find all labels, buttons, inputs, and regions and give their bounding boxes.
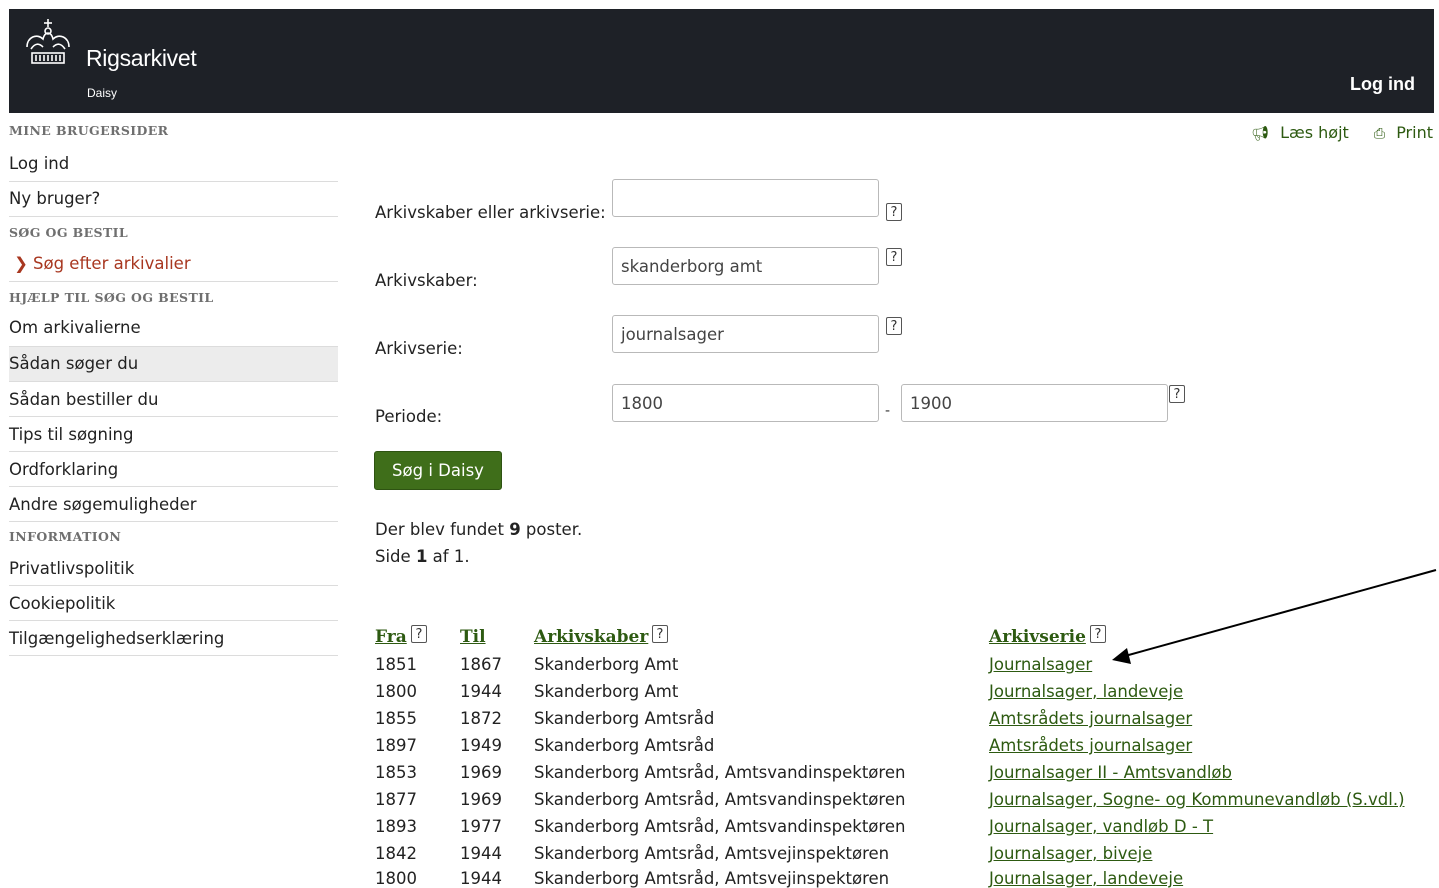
- sidebar-item-ny-bruger[interactable]: Ny bruger?: [9, 182, 338, 217]
- help-icon[interactable]: ?: [411, 625, 427, 643]
- cell-creator: Skanderborg Amtsråd: [534, 736, 715, 755]
- result-count-suffix: poster.: [525, 520, 583, 539]
- cell-from: 1853: [375, 763, 417, 782]
- page-indicator: Side 1 af 1.: [375, 547, 470, 566]
- chevron-right-icon: ❯: [14, 254, 28, 273]
- result-count-number: 9: [509, 520, 521, 539]
- cell-series-link[interactable]: Journalsager: [989, 655, 1092, 674]
- cell-series-link[interactable]: Journalsager, landeveje: [989, 682, 1183, 701]
- print-button[interactable]: ⎙ Print: [1368, 123, 1433, 142]
- cell-series-link[interactable]: Journalsager, Sogne- og Kommunevandløb (…: [989, 790, 1405, 809]
- page-prefix: Side: [375, 547, 411, 566]
- sidebar-item-log-ind[interactable]: Log ind: [9, 147, 338, 182]
- help-icon[interactable]: ?: [886, 317, 902, 335]
- cell-series-link[interactable]: Amtsrådets journalsager: [989, 736, 1192, 755]
- cell-from: 1800: [375, 869, 417, 888]
- read-aloud-label: Læs højt: [1280, 123, 1349, 142]
- site-name[interactable]: Rigsarkivet: [86, 45, 197, 72]
- sidebar-item-cookiepolitik[interactable]: Cookiepolitik: [9, 586, 338, 621]
- cell-series-link[interactable]: Journalsager, biveje: [989, 844, 1152, 863]
- printer-icon: ⎙: [1373, 126, 1386, 142]
- help-icon[interactable]: ?: [886, 248, 902, 266]
- sidebar-item-privatlivspolitik[interactable]: Privatlivspolitik: [9, 550, 338, 586]
- cell-to: 1944: [460, 844, 502, 863]
- creator-or-series-input[interactable]: [612, 179, 879, 217]
- cell-to: 1969: [460, 763, 502, 782]
- cell-from: 1897: [375, 736, 417, 755]
- period-from-input[interactable]: 1800: [612, 384, 879, 422]
- help-icon[interactable]: ?: [652, 625, 668, 643]
- read-aloud-button[interactable]: 📢︎ Læs højt: [1245, 123, 1349, 142]
- cell-creator: Skanderborg Amtsråd, Amtsvejinspektøren: [534, 869, 890, 888]
- cell-to: 1944: [460, 682, 502, 701]
- help-icon[interactable]: ?: [1169, 385, 1185, 403]
- sidebar-item-label: Søg efter arkivalier: [33, 254, 191, 273]
- sidebar-item-soeg-efter-arkivalier[interactable]: ❯ Søg efter arkivalier: [9, 246, 338, 282]
- cell-creator: Skanderborg Amtsråd: [534, 709, 715, 728]
- sidebar-heading: MINE BRUGERSIDER: [9, 123, 169, 138]
- cell-to: 1969: [460, 790, 502, 809]
- cell-series-link[interactable]: Journalsager, vandløb D - T: [989, 817, 1213, 836]
- series-label: Arkivserie:: [375, 339, 463, 358]
- megaphone-icon: 📢︎: [1251, 126, 1269, 142]
- cell-creator: Skanderborg Amtsråd, Amtsvandinspektøren: [534, 763, 906, 782]
- cell-to: 1944: [460, 869, 502, 888]
- column-header-series[interactable]: Arkivserie: [989, 627, 1086, 647]
- series-input[interactable]: journalsager: [612, 315, 879, 353]
- cell-from: 1855: [375, 709, 417, 728]
- cell-to: 1872: [460, 709, 502, 728]
- cell-to: 1977: [460, 817, 502, 836]
- creator-input[interactable]: skanderborg amt: [612, 247, 879, 285]
- cell-from: 1842: [375, 844, 417, 863]
- cell-series-link[interactable]: Journalsager II - Amtsvandløb: [989, 763, 1232, 782]
- sidebar-item-saadan-bestiller-du[interactable]: Sådan bestiller du: [9, 382, 338, 417]
- cell-to: 1949: [460, 736, 502, 755]
- sidebar-heading: SØG OG BESTIL: [9, 225, 129, 240]
- cell-creator: Skanderborg Amtsråd, Amtsvandinspektøren: [534, 790, 906, 809]
- help-icon[interactable]: ?: [1090, 625, 1106, 643]
- sidebar-item-andre-soegemuligheder[interactable]: Andre søgemuligheder: [9, 487, 338, 522]
- page-suffix: af 1.: [432, 547, 470, 566]
- column-header-from[interactable]: Fra: [375, 627, 407, 647]
- crown-logo-icon[interactable]: [21, 17, 75, 69]
- sidebar-item-tips-til-soegning[interactable]: Tips til søgning: [9, 417, 338, 452]
- column-header-to[interactable]: Til: [460, 627, 486, 647]
- result-count: Der blev fundet 9 poster.: [375, 520, 582, 539]
- page-tools: 📢︎ Læs højt ⎙ Print: [1239, 123, 1433, 142]
- sidebar-item-tilgaengelighedserklaering[interactable]: Tilgængelighedserklæring: [9, 621, 338, 656]
- cell-from: 1800: [375, 682, 417, 701]
- sidebar: MINE BRUGERSIDER Log ind Ny bruger? SØG …: [9, 113, 338, 656]
- column-header-creator[interactable]: Arkivskaber: [534, 627, 648, 647]
- cell-creator: Skanderborg Amtsråd, Amtsvandinspektøren: [534, 817, 906, 836]
- cell-series-link[interactable]: Journalsager, landeveje: [989, 869, 1183, 888]
- period-label: Periode:: [375, 407, 443, 426]
- cell-creator: Skanderborg Amtsråd, Amtsvejinspektøren: [534, 844, 890, 863]
- cell-from: 1877: [375, 790, 417, 809]
- cell-to: 1867: [460, 655, 502, 674]
- result-count-prefix: Der blev fundet: [375, 520, 504, 539]
- sidebar-item-om-arkivalierne[interactable]: Om arkivalierne: [9, 311, 338, 347]
- print-label: Print: [1396, 123, 1433, 142]
- sidebar-item-saadan-soeger-du[interactable]: Sådan søger du: [9, 347, 338, 382]
- cell-creator: Skanderborg Amt: [534, 682, 679, 701]
- sidebar-item-ordforklaring[interactable]: Ordforklaring: [9, 452, 338, 487]
- cell-creator: Skanderborg Amt: [534, 655, 679, 674]
- sidebar-heading: INFORMATION: [9, 529, 122, 544]
- site-header: Rigsarkivet Daisy Log ind: [9, 9, 1434, 113]
- search-submit-button[interactable]: Søg i Daisy: [374, 451, 502, 490]
- period-separator: -: [885, 403, 891, 419]
- creator-or-series-label: Arkivskaber eller arkivserie:: [375, 203, 606, 222]
- creator-label: Arkivskaber:: [375, 271, 478, 290]
- header-login-link[interactable]: Log ind: [1350, 74, 1415, 95]
- site-subtitle: Daisy: [87, 86, 118, 100]
- sidebar-heading: HJÆLP TIL SØG OG BESTIL: [9, 290, 214, 305]
- cell-from: 1851: [375, 655, 417, 674]
- period-to-input[interactable]: 1900: [901, 384, 1168, 422]
- help-icon[interactable]: ?: [886, 203, 902, 221]
- page-number: 1: [415, 547, 428, 566]
- cell-from: 1893: [375, 817, 417, 836]
- cell-series-link[interactable]: Amtsrådets journalsager: [989, 709, 1192, 728]
